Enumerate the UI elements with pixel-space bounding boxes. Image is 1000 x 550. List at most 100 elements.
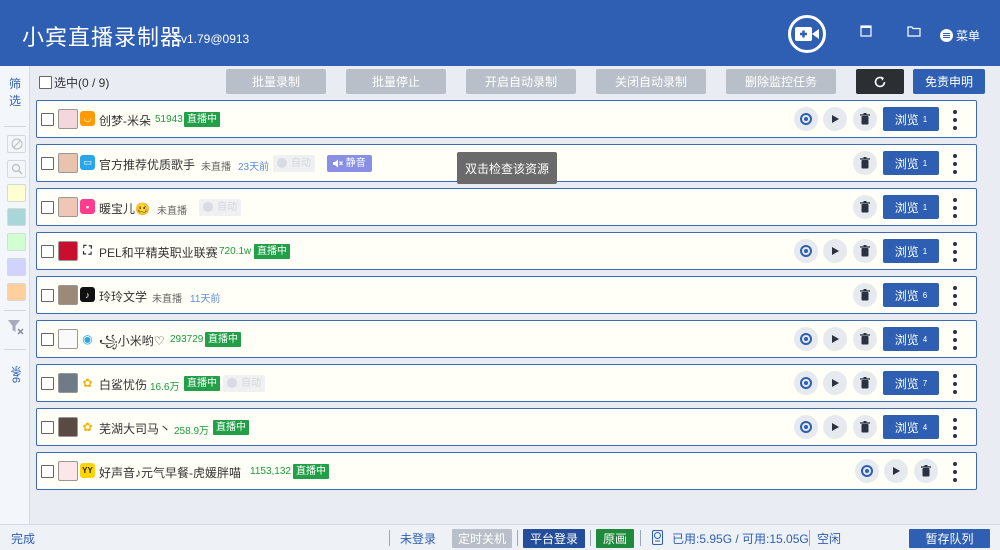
list-item[interactable]: YY 好声音♪元气早餐-虎媛胖喵 1153,132 直播中: [36, 452, 977, 490]
delete-button[interactable]: [914, 459, 938, 483]
row-checkbox[interactable]: [41, 377, 54, 390]
streamer-name: 官方推荐优质歌手: [99, 158, 196, 172]
delete-monitor-tasks-button[interactable]: 删除监控任务: [726, 69, 836, 94]
enable-auto-record-button[interactable]: 开启自动录制: [466, 69, 576, 94]
row-checkbox[interactable]: [41, 333, 54, 346]
avatar: [58, 241, 78, 261]
trash-icon: [921, 465, 931, 477]
row-checkbox[interactable]: [41, 245, 54, 258]
browse-button[interactable]: 浏览 4: [883, 415, 939, 439]
play-button[interactable]: [823, 415, 847, 439]
disable-auto-record-button[interactable]: 关闭自动录制: [596, 69, 706, 94]
record-toggle-button[interactable]: [794, 327, 818, 351]
platform-yy-icon: YY: [80, 463, 95, 478]
browse-button[interactable]: 浏览 1: [883, 151, 939, 175]
record-toggle-button[interactable]: [794, 239, 818, 263]
more-options-icon[interactable]: [952, 198, 958, 218]
delete-button[interactable]: [853, 371, 877, 395]
filter-yellow-swatch[interactable]: [7, 184, 26, 202]
browse-button[interactable]: 浏览 7: [883, 371, 939, 395]
record-toggle-button[interactable]: [794, 107, 818, 131]
play-button[interactable]: [884, 459, 908, 483]
delete-button[interactable]: [853, 239, 877, 263]
row-checkbox[interactable]: [41, 201, 54, 214]
save-queue-button[interactable]: 暂存队列: [909, 529, 990, 548]
list-item[interactable]: ◉ ꧁小米哟♡ 293729 直播中 浏览 4: [36, 320, 977, 358]
list-item[interactable]: ◡ 创梦-米朵 51943 直播中 浏览 1: [36, 100, 977, 138]
clear-filter-icon[interactable]: [7, 318, 25, 339]
delete-button[interactable]: [853, 107, 877, 131]
viewer-count: 1153,132: [250, 466, 291, 477]
avatar: [58, 197, 78, 217]
timed-shutdown-button[interactable]: 定时关机: [452, 529, 512, 548]
delete-button[interactable]: [853, 415, 877, 439]
record-button[interactable]: [788, 15, 826, 53]
delete-button[interactable]: [853, 283, 877, 307]
more-options-icon[interactable]: [952, 330, 958, 350]
filter-title: 筛选: [9, 77, 22, 108]
streamer-name: 玲玲文学: [99, 290, 148, 304]
batch-stop-button[interactable]: 批量停止: [346, 69, 446, 94]
select-all-checkbox[interactable]: 选中(0 / 9): [39, 74, 109, 91]
platform-login-button[interactable]: 平台登录: [523, 529, 585, 548]
delete-button[interactable]: [853, 151, 877, 175]
filter-orange-swatch[interactable]: [7, 283, 26, 301]
row-checkbox[interactable]: [41, 113, 54, 126]
app-header: 小宾直播录制器 v1.79@0913 菜单: [0, 0, 1000, 66]
row-checkbox[interactable]: [41, 157, 54, 170]
checkbox[interactable]: [39, 76, 52, 89]
record-toggle-button[interactable]: [794, 415, 818, 439]
more-options-icon[interactable]: [952, 374, 958, 394]
list-item[interactable]: ▪ 暖宝儿🥴 未直播 自动 浏览 1: [36, 188, 977, 226]
list-item[interactable]: ♪ 玲玲文学 未直播 11天前 浏览 6: [36, 276, 977, 314]
record-toggle-button[interactable]: [855, 459, 879, 483]
delete-button[interactable]: [853, 327, 877, 351]
list-item[interactable]: ✿ 白鲨忧伤 16.6万 直播中 自动 浏览 7: [36, 364, 977, 402]
more-options-icon[interactable]: [952, 286, 958, 306]
quality-button[interactable]: 原画: [596, 529, 634, 548]
browse-button[interactable]: 浏览 6: [883, 283, 939, 307]
play-button[interactable]: [823, 371, 847, 395]
browse-button[interactable]: 浏览 4: [883, 327, 939, 351]
login-status[interactable]: 未登录: [400, 530, 436, 547]
filter-teal-swatch[interactable]: [7, 208, 26, 226]
minimize-window-icon[interactable]: [860, 25, 874, 39]
platform-eye-icon: ◉: [80, 331, 95, 346]
row-checkbox[interactable]: [41, 465, 54, 478]
folder-icon[interactable]: [907, 25, 921, 39]
last-live-time: 23天前: [238, 162, 270, 173]
filter-purple-swatch[interactable]: [7, 258, 26, 276]
filter-search-icon[interactable]: [7, 160, 26, 178]
list-item[interactable]: ⛶ PEL和平精英职业联赛 720.1w 直播中 浏览 1: [36, 232, 977, 270]
disclaimer-button[interactable]: 免责申明: [913, 69, 985, 94]
delete-button[interactable]: [853, 195, 877, 219]
browse-button[interactable]: 浏览 1: [883, 107, 939, 131]
more-options-icon[interactable]: [952, 110, 958, 130]
row-checkbox[interactable]: [41, 421, 54, 434]
menu-button[interactable]: 菜单: [940, 27, 980, 44]
record-toggle-button[interactable]: [794, 371, 818, 395]
platform-bee-icon: ✿: [80, 419, 95, 434]
browse-button[interactable]: 浏览 1: [883, 195, 939, 219]
play-button[interactable]: [823, 107, 847, 131]
disk-icon: [652, 530, 663, 548]
browse-button[interactable]: 浏览 1: [883, 239, 939, 263]
more-options-icon[interactable]: [952, 462, 958, 482]
batch-record-button[interactable]: 批量录制: [226, 69, 326, 94]
filter-sidebar: 筛选 9条: [0, 66, 30, 524]
play-button[interactable]: [823, 239, 847, 263]
row-checkbox[interactable]: [41, 289, 54, 302]
browse-count: 1: [922, 246, 928, 256]
list-item[interactable]: ✿ 芜湖大司马丶 258.9万 直播中 浏览 4: [36, 408, 977, 446]
play-button[interactable]: [823, 327, 847, 351]
more-options-icon[interactable]: [952, 242, 958, 262]
filter-green-swatch[interactable]: [7, 233, 26, 251]
filter-disabled-icon[interactable]: [7, 135, 26, 153]
live-status: 未直播: [157, 206, 187, 217]
more-options-icon[interactable]: [952, 418, 958, 438]
refresh-button[interactable]: [856, 69, 904, 94]
record-icon: [800, 245, 812, 257]
more-options-icon[interactable]: [952, 154, 958, 174]
streamer-name: 暖宝儿🥴: [99, 202, 150, 216]
live-badge: 直播中: [254, 244, 290, 259]
